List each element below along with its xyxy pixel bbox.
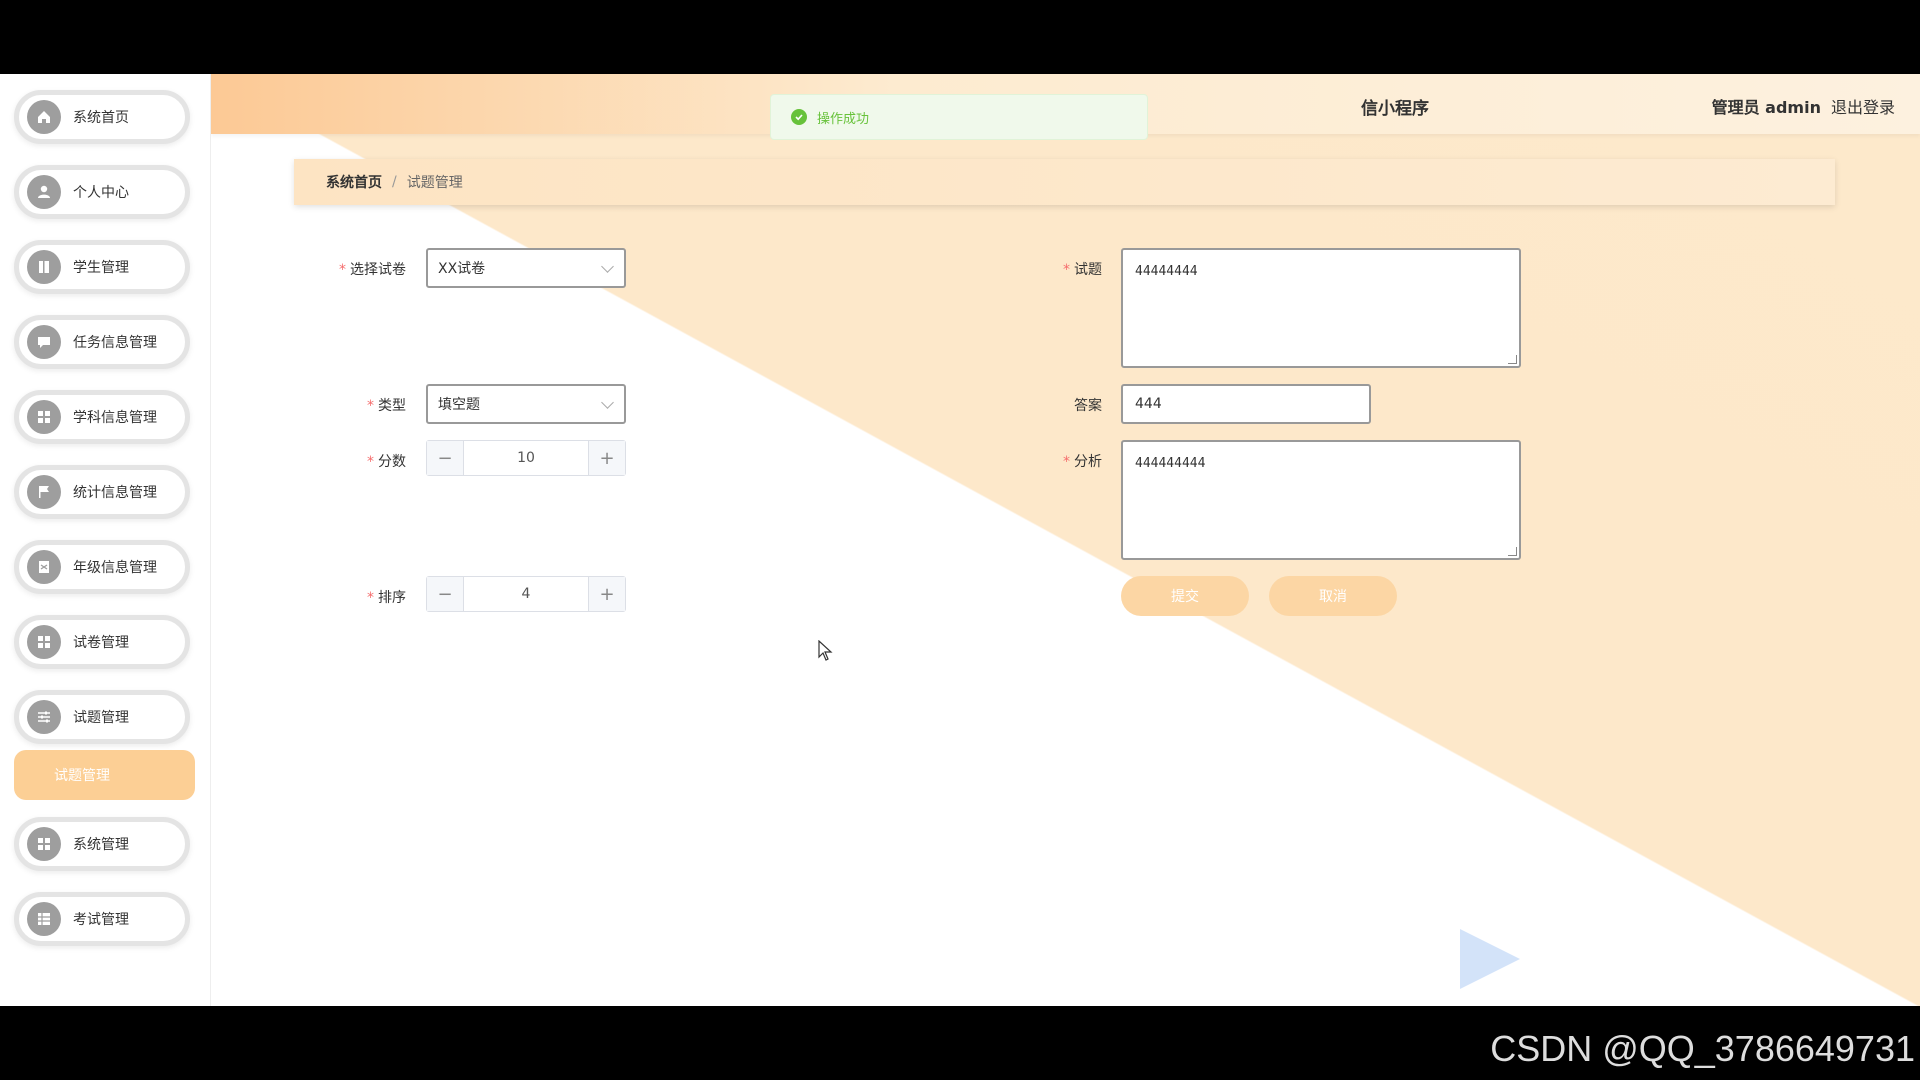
flag-icon (27, 475, 61, 509)
score-value[interactable]: 10 (464, 450, 588, 466)
cancel-button[interactable]: 取消 (1269, 576, 1397, 616)
paper-select-value: XX试卷 (438, 261, 486, 277)
sidebar-item-papers[interactable]: 试卷管理 (14, 615, 190, 669)
sidebar-item-label: 考试管理 (73, 912, 129, 928)
submit-button[interactable]: 提交 (1121, 576, 1249, 616)
sidebar-item-students[interactable]: 学生管理 (14, 240, 190, 294)
mouse-cursor-icon (818, 640, 833, 661)
paper-label: * 选择试卷 (339, 262, 406, 278)
sidebar-item-system[interactable]: 系统管理 (14, 817, 190, 871)
answer-text: 444 (1135, 396, 1162, 412)
watermark-text: 剪辑 (1600, 924, 1744, 1006)
success-toast: 操作成功 (770, 94, 1148, 140)
order-value[interactable]: 4 (464, 586, 588, 602)
document-icon (27, 550, 61, 584)
chevron-down-icon (601, 259, 614, 273)
chevron-down-icon (601, 395, 614, 409)
breadcrumb: 系统首页 / 试题管理 (294, 159, 1835, 205)
order-increment-button[interactable]: + (588, 577, 625, 611)
type-select[interactable]: 填空题 (426, 384, 626, 424)
home-icon (27, 100, 61, 134)
question-label: * 试题 (1063, 262, 1102, 278)
sidebar: 系统首页 个人中心 学生管理 任务信息管理 学科信息管理 统计信息管理 年级信息… (0, 74, 211, 1006)
breadcrumb-current: 试题管理 (406, 175, 463, 191)
resize-handle-icon[interactable] (1508, 355, 1517, 364)
analysis-text: 444444444 (1135, 456, 1206, 471)
order-stepper[interactable]: − 4 + (426, 576, 626, 612)
sidebar-item-label: 试卷管理 (73, 635, 129, 651)
sidebar-item-questions[interactable]: 试题管理 (14, 690, 190, 744)
csdn-watermark: CSDN @QQ_3786649731 (1490, 1028, 1915, 1069)
sidebar-item-label: 年级信息管理 (73, 560, 157, 576)
logout-link[interactable]: 退出登录 (1831, 94, 1895, 118)
sidebar-item-label: 个人中心 (73, 185, 129, 201)
sidebar-item-grades[interactable]: 年级信息管理 (14, 540, 190, 594)
sidebar-item-label: 系统管理 (73, 837, 129, 853)
paper-select[interactable]: XX试卷 (426, 248, 626, 288)
sliders-icon (27, 700, 61, 734)
sidebar-item-label: 试题管理 (73, 710, 129, 726)
grid-icon (27, 400, 61, 434)
grid-icon (27, 625, 61, 659)
score-stepper[interactable]: − 10 + (426, 440, 626, 476)
sidebar-item-label: 学科信息管理 (73, 410, 157, 426)
type-select-value: 填空题 (438, 397, 480, 413)
sidebar-subitem-label: 试题管理 (54, 768, 110, 784)
sidebar-subitem-questions[interactable]: 试题管理 (14, 750, 195, 800)
app-window: 信小程序 管理员 admin 退出登录 操作成功 系统首页 / 试题管理 系统首… (0, 74, 1920, 1006)
sidebar-item-label: 任务信息管理 (73, 335, 157, 351)
question-text: 44444444 (1135, 264, 1198, 279)
analysis-label: * 分析 (1063, 454, 1102, 470)
book-icon (27, 250, 61, 284)
sidebar-item-statistics[interactable]: 统计信息管理 (14, 465, 190, 519)
grid-icon (27, 827, 61, 861)
order-decrement-button[interactable]: − (427, 577, 464, 611)
analysis-textarea[interactable]: 444444444 (1121, 440, 1521, 560)
sidebar-item-label: 统计信息管理 (73, 485, 157, 501)
app-title: 信小程序 (1361, 99, 1429, 119)
watermark-logo-icon (1460, 929, 1520, 989)
sidebar-item-tasks[interactable]: 任务信息管理 (14, 315, 190, 369)
main-background (211, 74, 1920, 1006)
user-label: 管理员 admin (1711, 98, 1821, 117)
user-icon (27, 175, 61, 209)
sidebar-item-exams[interactable]: 考试管理 (14, 892, 190, 946)
order-label: * 排序 (367, 590, 406, 606)
breadcrumb-separator: / (392, 174, 397, 190)
toast-message: 操作成功 (817, 111, 870, 127)
score-label: * 分数 (367, 454, 406, 470)
question-textarea[interactable]: 44444444 (1121, 248, 1521, 368)
score-increment-button[interactable]: + (588, 441, 625, 475)
sidebar-item-label: 学生管理 (73, 260, 129, 276)
sidebar-item-subjects[interactable]: 学科信息管理 (14, 390, 190, 444)
user-area: 管理员 admin 退出登录 (1712, 94, 1895, 118)
sidebar-item-personal-center[interactable]: 个人中心 (14, 165, 190, 219)
chat-icon (27, 325, 61, 359)
score-decrement-button[interactable]: − (427, 441, 464, 475)
sidebar-item-label: 系统首页 (73, 110, 129, 126)
resize-handle-icon[interactable] (1508, 547, 1517, 556)
sidebar-item-home[interactable]: 系统首页 (14, 90, 190, 144)
type-label: * 类型 (367, 398, 406, 414)
answer-label: 答案 (1074, 398, 1102, 414)
answer-input[interactable]: 444 (1121, 384, 1371, 424)
table-icon (27, 902, 61, 936)
check-circle-icon (791, 109, 807, 125)
breadcrumb-home[interactable]: 系统首页 (326, 172, 382, 192)
